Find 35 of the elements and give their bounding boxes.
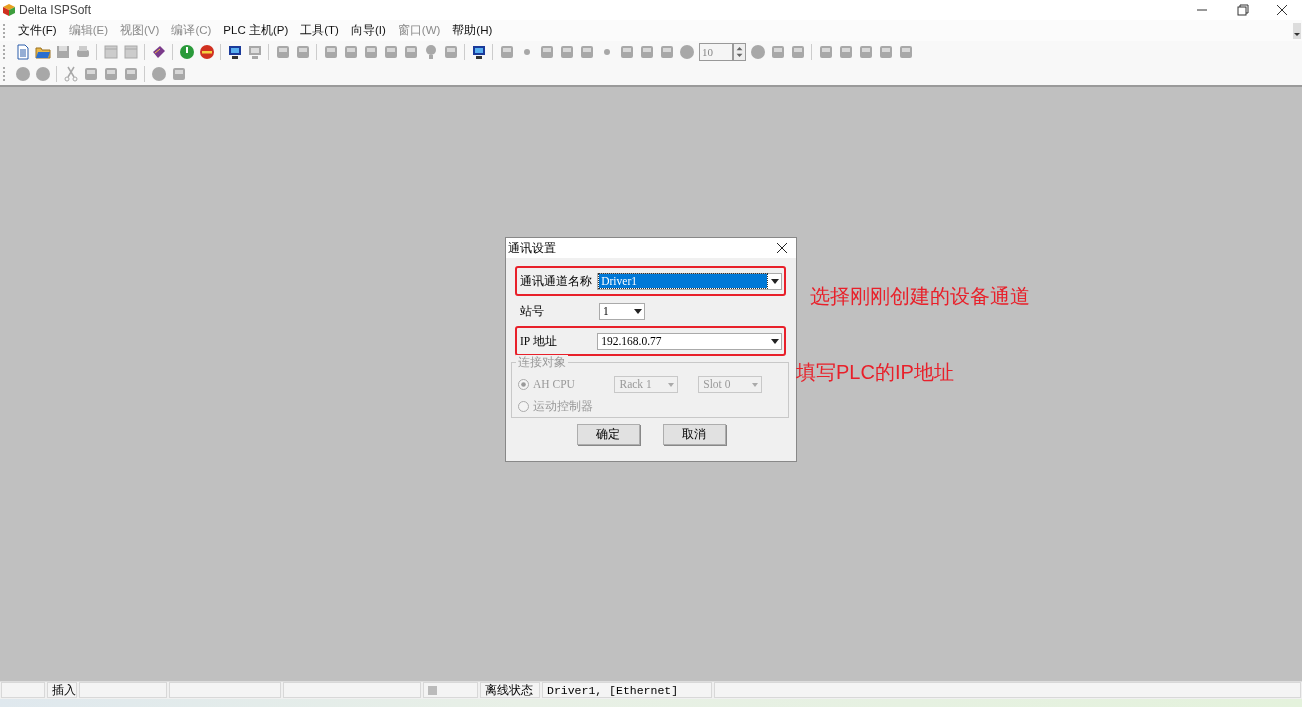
stop-icon[interactable] xyxy=(199,44,215,60)
spin-arrows-icon[interactable] xyxy=(733,43,746,61)
status-field: Driver1, [Ethernet] xyxy=(542,682,712,698)
dropdown[interactable]: Driver1 xyxy=(597,272,782,290)
monitor-icon[interactable] xyxy=(471,44,487,60)
toolbar-options-icon[interactable] xyxy=(1293,22,1301,39)
dropdown[interactable]: 1 xyxy=(599,302,645,320)
menu-item[interactable]: 工具(T) xyxy=(295,23,346,38)
run-icon[interactable] xyxy=(179,44,195,60)
field-label: 站号 xyxy=(520,303,545,319)
monitor-icon[interactable] xyxy=(227,44,243,60)
window-title: Delta ISPSoft xyxy=(19,3,92,17)
app-logo-icon xyxy=(2,3,16,17)
annotation-text: 选择刚刚创建的设备通道 xyxy=(810,284,1030,309)
menu-item[interactable]: 文件(F) xyxy=(13,23,64,38)
dropdown[interactable]: 192.168.0.77 xyxy=(597,332,782,350)
menu-item[interactable]: 帮助(H) xyxy=(447,23,500,38)
close-icon[interactable] xyxy=(777,243,787,253)
folder-icon[interactable] xyxy=(35,44,51,60)
status-field: 插入 xyxy=(47,682,77,698)
field-label: 通讯通道名称 xyxy=(520,273,593,289)
status-indicator-icon xyxy=(428,685,437,695)
radio-label: 运动控制器 xyxy=(533,398,594,414)
dialog-title: 通讯设置 xyxy=(508,240,556,256)
menu-item[interactable]: 向导(I) xyxy=(345,23,393,38)
status-field: 离线状态 xyxy=(480,682,540,698)
menu-item[interactable]: PLC 主机(P) xyxy=(218,23,296,38)
dialog-button[interactable]: 取消 xyxy=(662,424,726,445)
field-label: IP 地址 xyxy=(520,333,558,349)
dialog-button[interactable]: 确定 xyxy=(576,424,640,445)
book-icon[interactable] xyxy=(151,44,167,60)
annotation-text: 填写PLC的IP地址 xyxy=(796,360,954,385)
group-title: 连接对象 xyxy=(516,355,568,370)
radio-label: AH CPU xyxy=(533,378,576,390)
document-icon[interactable] xyxy=(15,44,31,60)
